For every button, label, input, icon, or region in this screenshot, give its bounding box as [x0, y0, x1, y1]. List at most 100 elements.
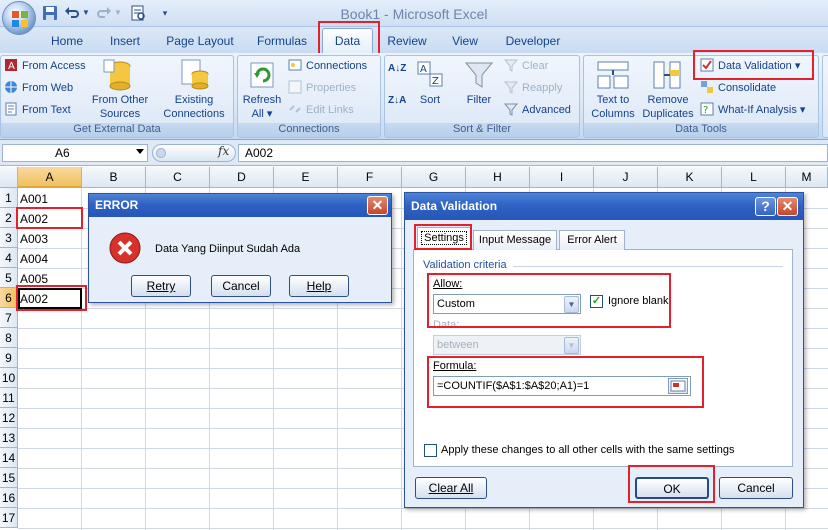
error-icon	[109, 232, 141, 264]
validation-cancel-button[interactable]: Cancel	[719, 477, 793, 499]
row-header-13[interactable]: 13	[0, 428, 18, 448]
consolidate-button[interactable]: Consolidate	[700, 80, 776, 95]
formula-input[interactable]: A002	[238, 144, 828, 162]
reapply-button[interactable]: Reapply	[504, 80, 562, 95]
tab-insert[interactable]: Insert	[102, 31, 148, 53]
row-header-14[interactable]: 14	[0, 448, 18, 468]
allow-label: Allow:	[433, 278, 463, 290]
group-label: Get External Data	[1, 123, 233, 137]
group-label: Connections	[238, 123, 380, 137]
edit-links-label: Edit Links	[306, 104, 354, 116]
properties-icon	[288, 80, 302, 94]
from-other-sources-button[interactable]: From Other Sources	[90, 93, 150, 121]
clear-all-button[interactable]: Clear All	[415, 477, 487, 499]
tab-home[interactable]: Home	[44, 31, 90, 53]
dialog-help-icon[interactable]: ?	[755, 197, 776, 216]
refresh-all-button[interactable]: Refresh All ▾	[240, 93, 284, 121]
remove-duplicates-button[interactable]: Remove Duplicates	[638, 93, 698, 121]
data-validation-button[interactable]: Data Validation ▾	[700, 58, 800, 73]
column-header-j[interactable]: J	[594, 167, 658, 188]
from-text-button[interactable]: From Text	[4, 102, 71, 117]
row-header-1[interactable]: 1	[0, 188, 18, 208]
tab-formulas[interactable]: Formulas	[252, 31, 312, 53]
allow-dropdown[interactable]: Custom ▼	[433, 294, 581, 314]
from-web-button[interactable]: From Web	[4, 80, 73, 95]
ignore-blank-checkbox[interactable]: ✓	[590, 295, 603, 308]
column-header-l[interactable]: L	[722, 167, 786, 188]
formula-cancel-icon[interactable]	[156, 148, 166, 158]
sort-z-to-a-icon[interactable]: Z↓A	[388, 94, 406, 108]
error-cancel-button[interactable]: Cancel	[211, 275, 271, 297]
row-header-15[interactable]: 15	[0, 468, 18, 488]
cell-a5[interactable]: A005	[20, 269, 80, 289]
range-selector-icon[interactable]	[668, 378, 688, 394]
row-header-5[interactable]: 5	[0, 268, 18, 288]
sort-icon: AZ	[416, 60, 446, 90]
existing-connections-button[interactable]: Existing Connections	[158, 93, 230, 121]
insert-function-icon[interactable]: fx	[218, 144, 229, 158]
sort-a-to-z-icon[interactable]: A↓Z	[388, 62, 406, 76]
tab-settings[interactable]: Settings	[417, 227, 471, 250]
tab-error-alert[interactable]: Error Alert	[559, 230, 625, 250]
data-dropdown-arrow-icon[interactable]: ▼	[564, 337, 579, 354]
name-box-dropdown-icon[interactable]	[136, 149, 144, 154]
tab-review[interactable]: Review	[384, 31, 430, 53]
data-validation-title: Data Validation	[405, 193, 803, 220]
row-header-10[interactable]: 10	[0, 368, 18, 388]
select-all-corner[interactable]	[0, 167, 18, 188]
apply-all-checkbox[interactable]	[424, 444, 437, 457]
advanced-button[interactable]: Advanced	[504, 102, 571, 117]
existing-connections-icon	[178, 58, 210, 90]
row-header-4[interactable]: 4	[0, 248, 18, 268]
tab-input-message[interactable]: Input Message	[473, 230, 557, 250]
row-header-12[interactable]: 12	[0, 408, 18, 428]
column-header-h[interactable]: H	[466, 167, 530, 188]
dialog-close-icon[interactable]: ✕	[777, 197, 798, 216]
from-access-button[interactable]: A From Access	[4, 58, 86, 73]
column-header-i[interactable]: I	[530, 167, 594, 188]
filter-button[interactable]: Filter	[460, 93, 498, 107]
retry-button[interactable]: Retry	[131, 275, 191, 297]
column-header-a[interactable]: A	[18, 167, 82, 188]
edit-links-button[interactable]: Edit Links	[288, 102, 354, 117]
row-header-2[interactable]: 2	[0, 208, 18, 228]
column-header-k[interactable]: K	[658, 167, 722, 188]
name-box[interactable]: A6	[2, 144, 148, 162]
allow-dropdown-arrow-icon[interactable]: ▼	[564, 296, 579, 313]
clear-button[interactable]: Clear	[504, 58, 548, 73]
text-to-columns-button[interactable]: Text to Columns	[586, 93, 640, 121]
cell-a1[interactable]: A001	[20, 189, 80, 209]
tab-view[interactable]: View	[444, 31, 486, 53]
row-header-8[interactable]: 8	[0, 328, 18, 348]
formula-field[interactable]: =COUNTIF($A$1:$A$20;A1)=1	[433, 376, 691, 396]
row-header-16[interactable]: 16	[0, 488, 18, 508]
column-header-d[interactable]: D	[210, 167, 274, 188]
row-header-7[interactable]: 7	[0, 308, 18, 328]
column-header-m[interactable]: M	[786, 167, 828, 188]
error-dialog-close-icon[interactable]: ✕	[367, 196, 388, 215]
help-button[interactable]: Help	[289, 275, 349, 297]
connections-button[interactable]: Connections	[288, 58, 367, 73]
tab-page-layout[interactable]: Page Layout	[164, 31, 236, 53]
row-header-3[interactable]: 3	[0, 228, 18, 248]
cell-a3[interactable]: A003	[20, 229, 80, 249]
ok-button[interactable]: OK	[635, 477, 709, 499]
office-button[interactable]	[2, 1, 36, 35]
what-if-analysis-button[interactable]: ? What-If Analysis ▾	[700, 102, 805, 117]
column-header-e[interactable]: E	[274, 167, 338, 188]
column-header-b[interactable]: B	[82, 167, 146, 188]
row-header-6[interactable]: 6	[0, 288, 18, 308]
column-header-g[interactable]: G	[402, 167, 466, 188]
sort-button[interactable]: Sort	[414, 93, 446, 107]
tab-data[interactable]: Data	[322, 31, 373, 53]
properties-button[interactable]: Properties	[288, 80, 356, 95]
tab-developer[interactable]: Developer	[500, 31, 566, 53]
data-dropdown[interactable]: between ▼	[433, 335, 581, 355]
row-header-17[interactable]: 17	[0, 508, 18, 528]
row-header-11[interactable]: 11	[0, 388, 18, 408]
column-header-f[interactable]: F	[338, 167, 402, 188]
column-header-c[interactable]: C	[146, 167, 210, 188]
cell-a4[interactable]: A004	[20, 249, 80, 269]
cell-a2[interactable]: A002	[20, 209, 80, 229]
row-header-9[interactable]: 9	[0, 348, 18, 368]
